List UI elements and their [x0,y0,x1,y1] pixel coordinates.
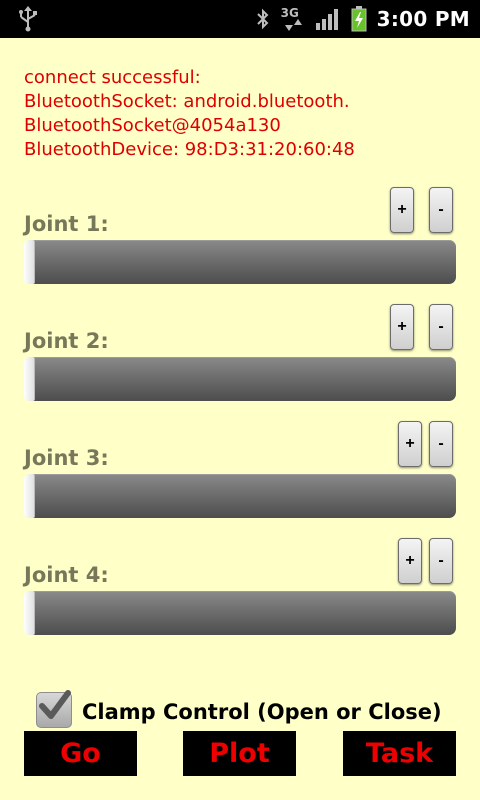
task-button[interactable]: Task [343,731,456,776]
joint-4-plus-button[interactable]: + [398,538,422,584]
battery-charging-icon [351,6,367,32]
joint-2-slider[interactable] [24,357,456,401]
checkmark-icon [39,690,71,719]
go-button[interactable]: Go [24,731,137,776]
signal-icon [315,9,338,30]
clamp-control-label[interactable]: Clamp Control (Open or Close) [82,700,442,724]
joint-2-slider-thumb[interactable] [24,357,35,401]
status-bar: 3G 3:00 PM [0,0,480,38]
joint-2-plus-button[interactable]: + [390,304,414,350]
joint-3-plus-button[interactable]: + [398,421,422,467]
joint-1-plus-button[interactable]: + [390,187,414,233]
joint-3-slider-thumb[interactable] [24,474,35,518]
status-line: BluetoothSocket@4054a130 [24,115,281,136]
clamp-checkbox[interactable] [36,690,72,728]
status-line: BluetoothSocket: android.bluetooth. [24,91,350,112]
plot-button[interactable]: Plot [183,731,296,776]
bluetooth-icon [256,8,269,30]
joint-1-minus-button[interactable]: - [429,187,453,233]
joint-4-label: Joint 4: [24,563,109,587]
3g-data-icon: 3G [281,6,305,32]
connection-status: connect successful: BluetoothSocket: and… [24,66,355,162]
status-line: connect successful: [24,67,201,88]
joint-4-slider[interactable] [24,591,456,635]
joint-4-slider-thumb[interactable] [24,591,35,635]
joint-4-minus-button[interactable]: - [429,538,453,584]
joint-1-slider[interactable] [24,240,456,284]
joint-3-slider[interactable] [24,474,456,518]
network-type-label: 3G [280,6,299,20]
joint-3-minus-button[interactable]: - [429,421,453,467]
joint-2-minus-button[interactable]: - [429,304,453,350]
joint-3-label: Joint 3: [24,446,109,470]
usb-icon [19,6,37,32]
joint-1-label: Joint 1: [24,212,109,236]
joint-1-slider-thumb[interactable] [24,240,35,284]
status-line: BluetoothDevice: 98:D3:31:20:60:48 [24,139,355,160]
status-time: 3:00 PM [376,7,470,31]
joint-2-label: Joint 2: [24,329,109,353]
